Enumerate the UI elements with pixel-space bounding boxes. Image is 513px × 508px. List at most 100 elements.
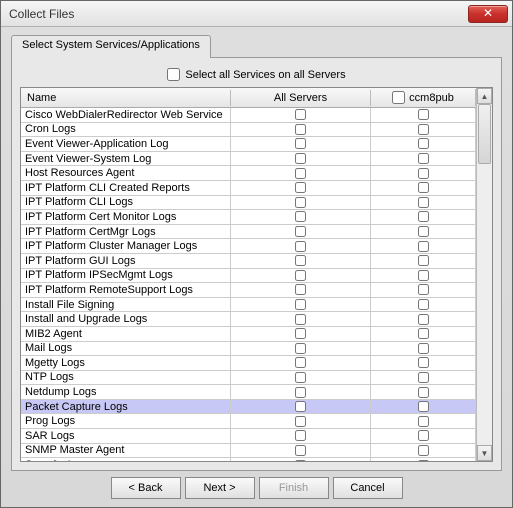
node-checkbox[interactable] [418, 387, 429, 398]
node-checkbox[interactable] [418, 182, 429, 193]
table-row[interactable]: IPT Platform CLI Logs [21, 196, 476, 211]
cell-all-servers [231, 210, 371, 224]
column-header-node[interactable]: ccm8pub [371, 89, 476, 106]
node-checkbox[interactable] [418, 168, 429, 179]
node-checkbox[interactable] [418, 299, 429, 310]
table-row[interactable]: Mail Logs [21, 342, 476, 357]
node-checkbox[interactable] [418, 153, 429, 164]
node-checkbox[interactable] [418, 401, 429, 412]
table-row[interactable]: Netdump Logs [21, 385, 476, 400]
all-servers-checkbox[interactable] [295, 387, 306, 398]
all-servers-checkbox[interactable] [295, 445, 306, 456]
table-row[interactable]: IPT Platform Cert Monitor Logs [21, 210, 476, 225]
all-servers-checkbox[interactable] [295, 168, 306, 179]
scroll-up-button[interactable]: ▲ [477, 88, 492, 104]
all-servers-checkbox[interactable] [295, 124, 306, 135]
table-row[interactable]: IPT Platform IPSecMgmt Logs [21, 269, 476, 284]
table-row[interactable]: SAR Logs [21, 429, 476, 444]
table-row[interactable]: NTP Logs [21, 371, 476, 386]
table-row[interactable]: IPT Platform CLI Created Reports [21, 181, 476, 196]
cell-name: Cisco WebDialerRedirector Web Service [21, 108, 231, 122]
column-header-name[interactable]: Name [21, 90, 231, 106]
node-checkbox[interactable] [418, 343, 429, 354]
table-row[interactable]: Event Viewer-System Log [21, 152, 476, 167]
all-servers-checkbox[interactable] [295, 109, 306, 120]
node-header-checkbox[interactable] [392, 91, 405, 104]
all-servers-checkbox[interactable] [295, 153, 306, 164]
all-servers-checkbox[interactable] [295, 314, 306, 325]
column-header-all-servers[interactable]: All Servers [231, 90, 371, 106]
table-row[interactable]: Prog Logs [21, 414, 476, 429]
node-checkbox[interactable] [418, 357, 429, 368]
table-row[interactable]: Cron Logs [21, 123, 476, 138]
node-checkbox[interactable] [418, 109, 429, 120]
cell-all-servers [231, 254, 371, 268]
all-servers-checkbox[interactable] [295, 138, 306, 149]
node-checkbox[interactable] [418, 241, 429, 252]
node-checkbox[interactable] [418, 445, 429, 456]
table-row[interactable]: IPT Platform CertMgr Logs [21, 225, 476, 240]
all-servers-checkbox[interactable] [295, 241, 306, 252]
node-checkbox[interactable] [418, 372, 429, 383]
table-row[interactable]: Install File Signing [21, 298, 476, 313]
cell-name: IPT Platform Cert Monitor Logs [21, 210, 231, 224]
all-servers-checkbox[interactable] [295, 401, 306, 412]
node-checkbox[interactable] [418, 284, 429, 295]
node-checkbox[interactable] [418, 124, 429, 135]
scroll-track[interactable] [477, 104, 492, 445]
cell-all-servers [231, 152, 371, 166]
next-button[interactable]: Next > [185, 477, 255, 499]
all-servers-checkbox[interactable] [295, 197, 306, 208]
node-checkbox[interactable] [418, 197, 429, 208]
table-row[interactable]: IPT Platform Cluster Manager Logs [21, 239, 476, 254]
node-checkbox[interactable] [418, 255, 429, 266]
scroll-thumb[interactable] [478, 104, 491, 164]
all-servers-checkbox[interactable] [295, 255, 306, 266]
node-checkbox[interactable] [418, 270, 429, 281]
cell-name: SAR Logs [21, 429, 231, 443]
table-row[interactable]: Packet Capture Logs [21, 400, 476, 415]
all-servers-checkbox[interactable] [295, 357, 306, 368]
select-all-checkbox[interactable] [167, 68, 180, 81]
all-servers-checkbox[interactable] [295, 343, 306, 354]
table-row[interactable]: Mgetty Logs [21, 356, 476, 371]
all-servers-checkbox[interactable] [295, 182, 306, 193]
all-servers-checkbox[interactable] [295, 299, 306, 310]
all-servers-checkbox[interactable] [295, 430, 306, 441]
vertical-scrollbar[interactable]: ▲ ▼ [476, 88, 492, 461]
cell-name: Install File Signing [21, 298, 231, 312]
all-servers-checkbox[interactable] [295, 416, 306, 427]
scroll-down-button[interactable]: ▼ [477, 445, 492, 461]
all-servers-checkbox[interactable] [295, 372, 306, 383]
all-servers-checkbox[interactable] [295, 270, 306, 281]
table-row[interactable]: Security Logs [21, 458, 476, 461]
cell-node [371, 312, 476, 326]
table-row[interactable]: Install and Upgrade Logs [21, 312, 476, 327]
node-checkbox[interactable] [418, 430, 429, 441]
all-servers-checkbox[interactable] [295, 226, 306, 237]
finish-button[interactable]: Finish [259, 477, 329, 499]
close-button[interactable]: ✕ [468, 5, 508, 23]
node-checkbox[interactable] [418, 328, 429, 339]
all-servers-checkbox[interactable] [295, 460, 306, 461]
node-checkbox[interactable] [418, 416, 429, 427]
tab-select-services[interactable]: Select System Services/Applications [11, 35, 211, 58]
all-servers-checkbox[interactable] [295, 211, 306, 222]
node-checkbox[interactable] [418, 314, 429, 325]
tab-label: Select System Services/Applications [22, 39, 200, 51]
all-servers-checkbox[interactable] [295, 328, 306, 339]
table-row[interactable]: Event Viewer-Application Log [21, 137, 476, 152]
cancel-button[interactable]: Cancel [333, 477, 403, 499]
table-row[interactable]: Cisco WebDialerRedirector Web Service [21, 108, 476, 123]
table-row[interactable]: MIB2 Agent [21, 327, 476, 342]
table-row[interactable]: Host Resources Agent [21, 166, 476, 181]
table-row[interactable]: SNMP Master Agent [21, 444, 476, 459]
all-servers-checkbox[interactable] [295, 284, 306, 295]
back-button[interactable]: < Back [111, 477, 181, 499]
table-row[interactable]: IPT Platform RemoteSupport Logs [21, 283, 476, 298]
node-checkbox[interactable] [418, 226, 429, 237]
node-checkbox[interactable] [418, 211, 429, 222]
node-checkbox[interactable] [418, 138, 429, 149]
table-row[interactable]: IPT Platform GUI Logs [21, 254, 476, 269]
node-checkbox[interactable] [418, 460, 429, 461]
